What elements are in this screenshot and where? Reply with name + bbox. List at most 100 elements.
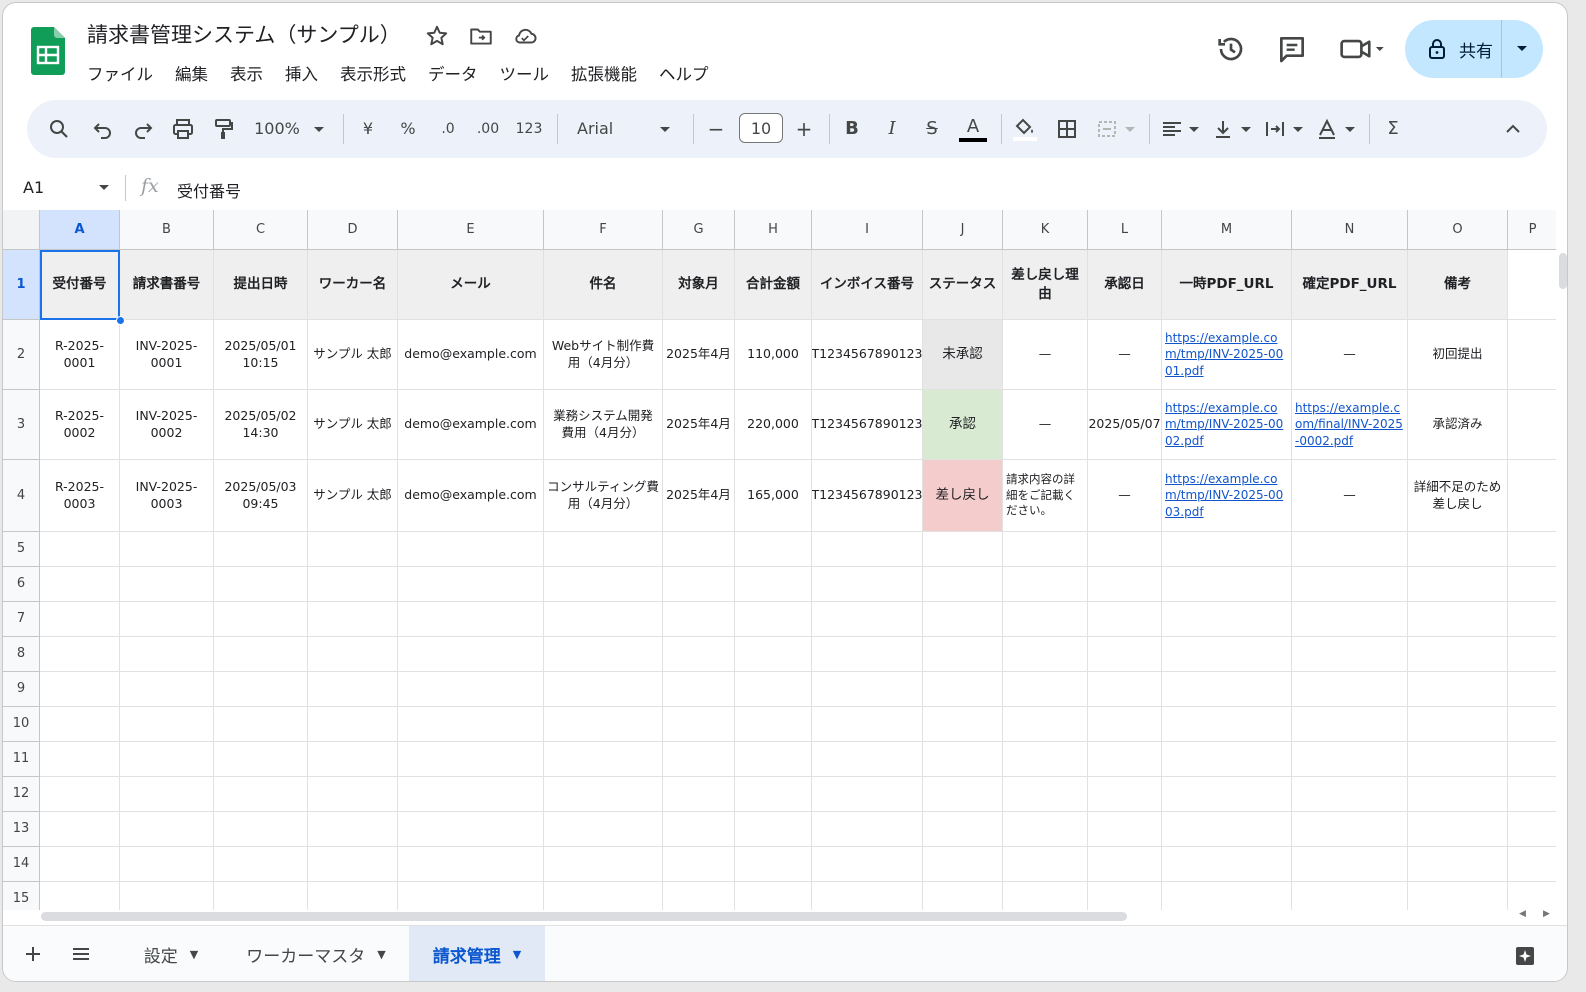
empty-cell[interactable]	[1408, 672, 1508, 707]
empty-cell[interactable]	[308, 637, 398, 672]
font-dropdown-icon[interactable]	[657, 116, 673, 142]
empty-cell[interactable]	[812, 847, 923, 882]
empty-cell[interactable]	[1088, 777, 1162, 812]
empty-cell[interactable]	[1088, 812, 1162, 847]
zoom-select[interactable]: 100%	[251, 116, 303, 142]
empty-cell[interactable]	[1508, 777, 1556, 812]
empty-cell[interactable]	[1003, 602, 1088, 637]
empty-cell[interactable]	[544, 532, 663, 567]
empty-cell[interactable]	[308, 777, 398, 812]
data-cell[interactable]: サンプル 太郎	[308, 390, 398, 460]
data-cell[interactable]: 2025/05/03 09:45	[214, 460, 308, 532]
data-cell[interactable]: demo@example.com	[398, 320, 544, 390]
sheet-tab-dropdown-icon[interactable]: ▼	[190, 948, 198, 961]
row-header-12[interactable]: 12	[3, 777, 40, 812]
empty-cell[interactable]	[1162, 707, 1292, 742]
menu-help[interactable]: ヘルプ	[659, 61, 709, 85]
empty-cell[interactable]	[544, 812, 663, 847]
functions-button[interactable]: Σ	[1381, 116, 1405, 142]
empty-cell[interactable]	[1292, 637, 1408, 672]
empty-cell[interactable]	[40, 602, 120, 637]
empty-cell[interactable]	[308, 707, 398, 742]
empty-cell[interactable]	[1162, 602, 1292, 637]
empty-cell[interactable]	[120, 532, 214, 567]
row-header-3[interactable]: 3	[3, 390, 40, 460]
row-header-13[interactable]: 13	[3, 812, 40, 847]
column-header-f[interactable]: F	[544, 210, 663, 250]
empty-cell[interactable]	[663, 637, 735, 672]
header-cell[interactable]: 差し戻し理由	[1003, 250, 1088, 320]
empty-cell[interactable]	[120, 602, 214, 637]
empty-cell[interactable]	[1408, 532, 1508, 567]
data-cell[interactable]: https://example.com/final/INV-2025-0002.…	[1292, 390, 1408, 460]
scroll-left-icon[interactable]: ◀	[1519, 909, 1526, 919]
empty-cell[interactable]	[1292, 532, 1408, 567]
data-cell[interactable]: https://example.com/tmp/INV-2025-0001.pd…	[1162, 320, 1292, 390]
data-cell[interactable]: 詳細不足のため差し戻し	[1408, 460, 1508, 532]
empty-cell[interactable]	[923, 847, 1003, 882]
header-cell[interactable]: 請求書番号	[120, 250, 214, 320]
empty-cell[interactable]	[40, 637, 120, 672]
empty-cell[interactable]	[1508, 847, 1556, 882]
empty-cell[interactable]	[1162, 777, 1292, 812]
empty-cell[interactable]	[120, 707, 214, 742]
column-header-b[interactable]: B	[120, 210, 214, 250]
empty-cell[interactable]	[1003, 777, 1088, 812]
empty-cell[interactable]	[1003, 532, 1088, 567]
empty-cell[interactable]	[1292, 707, 1408, 742]
empty-cell[interactable]	[1088, 707, 1162, 742]
empty-cell[interactable]	[398, 532, 544, 567]
move-folder-icon[interactable]	[468, 23, 494, 49]
empty-cell[interactable]	[663, 707, 735, 742]
empty-cell[interactable]	[1292, 812, 1408, 847]
paint-format-icon[interactable]	[211, 116, 235, 142]
row-header-4[interactable]: 4	[3, 460, 40, 532]
horizontal-scrollbar[interactable]	[41, 912, 1127, 921]
share-button[interactable]: 共有	[1405, 20, 1543, 78]
data-cell[interactable]: 2025/05/02 14:30	[214, 390, 308, 460]
menu-format[interactable]: 表示形式	[340, 61, 406, 85]
vertical-align-icon[interactable]	[1211, 116, 1255, 142]
empty-cell[interactable]	[120, 637, 214, 672]
empty-cell[interactable]	[40, 847, 120, 882]
empty-cell[interactable]	[1408, 847, 1508, 882]
empty-cell[interactable]	[214, 637, 308, 672]
horizontal-align-icon[interactable]	[1159, 116, 1203, 142]
empty-cell[interactable]	[1162, 847, 1292, 882]
empty-cell[interactable]	[214, 742, 308, 777]
empty-cell[interactable]	[735, 532, 812, 567]
empty-cell[interactable]	[544, 602, 663, 637]
row-header-11[interactable]: 11	[3, 742, 40, 777]
empty-cell[interactable]	[923, 812, 1003, 847]
empty-cell[interactable]	[398, 847, 544, 882]
empty-cell[interactable]	[1408, 567, 1508, 602]
empty-cell[interactable]	[1003, 742, 1088, 777]
data-cell[interactable]: 2025/05/01 10:15	[214, 320, 308, 390]
data-cell[interactable]: 165,000	[735, 460, 812, 532]
empty-cell[interactable]	[923, 882, 1003, 910]
empty-cell[interactable]	[308, 672, 398, 707]
sheet-tab-0[interactable]: 設定 ▼	[119, 926, 223, 981]
empty-cell[interactable]	[398, 707, 544, 742]
data-cell[interactable]: 初回提出	[1408, 320, 1508, 390]
empty-cell[interactable]	[1162, 882, 1292, 910]
empty-cell[interactable]	[735, 567, 812, 602]
collapse-toolbar-icon[interactable]	[1501, 116, 1525, 142]
data-cell[interactable]: —	[1088, 320, 1162, 390]
empty-cell[interactable]	[214, 812, 308, 847]
data-cell[interactable]: Webサイト制作費用（4月分）	[544, 320, 663, 390]
empty-cell[interactable]	[120, 777, 214, 812]
column-header-j[interactable]: J	[923, 210, 1003, 250]
comments-icon[interactable]	[1276, 33, 1308, 65]
empty-cell[interactable]	[735, 742, 812, 777]
sheets-logo-icon[interactable]	[31, 27, 65, 75]
empty-cell[interactable]	[923, 672, 1003, 707]
empty-cell[interactable]	[544, 672, 663, 707]
empty-cell[interactable]	[1508, 882, 1556, 910]
empty-cell[interactable]	[735, 812, 812, 847]
decrease-decimal-button[interactable]: .0	[433, 116, 463, 142]
empty-cell[interactable]	[735, 672, 812, 707]
percent-format-button[interactable]: %	[395, 116, 421, 142]
select-all-corner[interactable]	[3, 210, 40, 250]
empty-cell[interactable]	[1162, 637, 1292, 672]
